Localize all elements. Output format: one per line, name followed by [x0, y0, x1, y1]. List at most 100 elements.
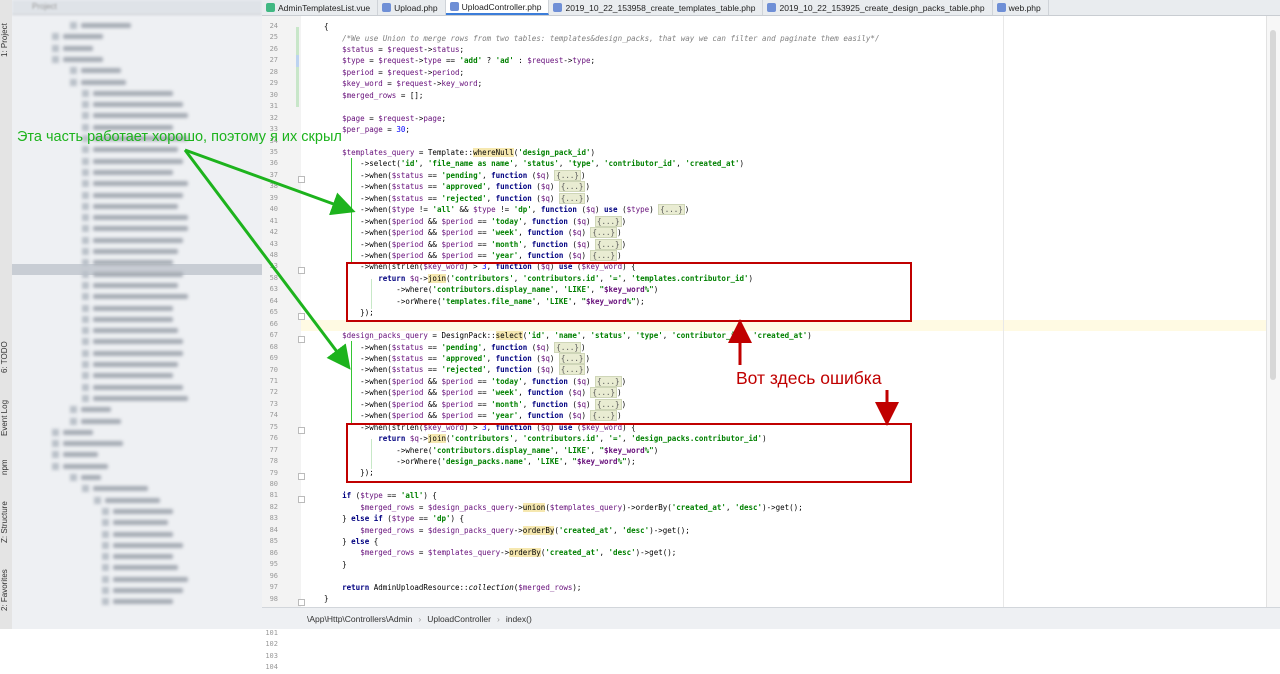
tree-item[interactable]: [82, 201, 178, 212]
tab-upload[interactable]: Upload.php: [378, 0, 446, 15]
tree-item[interactable]: [52, 54, 103, 65]
tree-item[interactable]: [82, 303, 173, 314]
sidebar-tab-favorites[interactable]: 2: Favorites: [0, 560, 12, 620]
tree-item[interactable]: [82, 246, 178, 257]
sidebar-tab-event-log[interactable]: Event Log: [0, 395, 12, 440]
tree-item[interactable]: [70, 65, 121, 76]
tab-admin-templates-list[interactable]: AdminTemplatesList.vue: [262, 0, 379, 15]
fold-marker[interactable]: [298, 336, 305, 343]
tree-item[interactable]: [82, 223, 188, 234]
tree-item[interactable]: [102, 585, 183, 596]
tree-item-label: [113, 576, 188, 582]
tree-item[interactable]: [82, 483, 148, 494]
tree-item-label: [93, 169, 173, 175]
tree-item-label: [81, 418, 121, 424]
tree-item[interactable]: [102, 596, 173, 607]
tree-item[interactable]: [82, 336, 183, 347]
fold-marker[interactable]: [298, 473, 305, 480]
tree-item-label: [81, 79, 126, 85]
tree-item[interactable]: [82, 99, 183, 110]
code-line: $key_word = $request->key_word;: [342, 79, 483, 89]
tree-item[interactable]: [102, 529, 173, 540]
tree-item[interactable]: [82, 359, 178, 370]
line-number: 58: [269, 273, 278, 282]
tree-item-label: [113, 531, 173, 537]
tree-item[interactable]: [82, 257, 173, 268]
tree-item[interactable]: [82, 269, 183, 280]
breadcrumb-namespace[interactable]: \App\Http\Controllers\Admin: [307, 614, 412, 624]
tree-item[interactable]: [94, 495, 160, 506]
file-icon: [82, 101, 89, 109]
line-number: 64: [269, 296, 278, 305]
tab-create-templates-table[interactable]: 2019_10_22_153958_create_templates_table…: [549, 0, 764, 15]
tree-item[interactable]: [82, 314, 173, 325]
code-line: if ($type == 'all') {: [342, 491, 437, 501]
tree-item[interactable]: [70, 77, 126, 88]
tree-item[interactable]: [82, 212, 188, 223]
tree-item[interactable]: [52, 31, 103, 42]
fold-marker[interactable]: [298, 427, 305, 434]
file-icon: [102, 530, 109, 538]
tree-item[interactable]: [70, 20, 131, 31]
tree-item[interactable]: [82, 178, 188, 189]
tree-item[interactable]: [82, 393, 188, 404]
tree-item[interactable]: [52, 427, 93, 438]
tree-item[interactable]: [52, 461, 108, 472]
tree-item-label: [93, 339, 183, 345]
tree-item[interactable]: [102, 517, 168, 528]
line-number: 101: [265, 628, 278, 637]
tree-item-label: [81, 475, 101, 480]
breadcrumb-class[interactable]: UploadController: [427, 614, 491, 624]
tree-item[interactable]: [82, 190, 183, 201]
tree-item[interactable]: [82, 348, 183, 359]
fold-marker[interactable]: [298, 313, 305, 320]
line-number: 80: [269, 480, 278, 488]
tree-item[interactable]: [82, 156, 183, 167]
tree-item-label: [93, 147, 178, 153]
fold-marker[interactable]: [298, 599, 305, 606]
fold-marker[interactable]: [298, 176, 305, 183]
line-number: 104: [265, 663, 278, 672]
file-icon: [82, 191, 89, 199]
tree-item[interactable]: [82, 144, 178, 155]
sidebar-tab-structure[interactable]: Z: Structure: [0, 495, 12, 550]
tree-item-label: [81, 68, 121, 74]
tree-item[interactable]: [70, 472, 101, 483]
tree-item[interactable]: [102, 551, 173, 562]
line-number: 29: [269, 79, 278, 88]
file-icon: [52, 440, 59, 448]
file-icon: [102, 519, 109, 527]
tree-item[interactable]: [82, 167, 173, 178]
fold-marker[interactable]: [298, 496, 305, 503]
tree-item[interactable]: [82, 88, 173, 99]
tree-item[interactable]: [52, 43, 93, 54]
tree-item-label: [113, 565, 178, 571]
tree-item[interactable]: [82, 280, 178, 291]
tree-item-label: [93, 102, 183, 108]
tree-item-label: [93, 158, 183, 164]
tree-item[interactable]: [102, 506, 173, 517]
tree-item[interactable]: [82, 291, 188, 302]
tree-item[interactable]: [102, 574, 188, 585]
tree-item[interactable]: [52, 449, 98, 460]
tree-item[interactable]: [82, 382, 183, 393]
tree-item[interactable]: [102, 562, 178, 573]
breadcrumb-method[interactable]: index(): [506, 614, 532, 624]
tree-item[interactable]: [82, 235, 183, 246]
tree-item[interactable]: [70, 416, 121, 427]
tab-create-design-packs-table[interactable]: 2019_10_22_153925_create_design_packs_ta…: [763, 0, 993, 15]
sidebar-tab-npm[interactable]: npm: [0, 452, 12, 482]
scrollbar-thumb[interactable]: [1270, 30, 1276, 380]
tree-item[interactable]: [52, 438, 123, 449]
file-icon: [70, 417, 77, 425]
tab-upload-controller[interactable]: UploadController.php: [445, 0, 550, 15]
tree-item[interactable]: [102, 540, 183, 551]
tree-item[interactable]: [70, 404, 111, 415]
tree-item[interactable]: [82, 325, 178, 336]
sidebar-tab-project[interactable]: 1: Project: [0, 10, 12, 70]
tab-web[interactable]: web.php: [993, 0, 1049, 15]
tree-item[interactable]: [82, 110, 188, 121]
fold-marker[interactable]: [298, 267, 305, 274]
tree-item[interactable]: [82, 370, 173, 381]
sidebar-tab-todo[interactable]: 6: TODO: [0, 335, 12, 380]
